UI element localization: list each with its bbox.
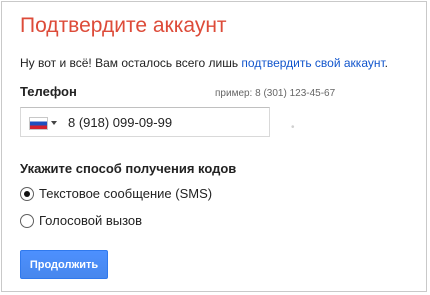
intro-end: . [384, 56, 388, 70]
page-title: Подтвердите аккаунт [20, 14, 227, 37]
phone-example: пример: 8 (301) 123-45-67 [215, 88, 336, 99]
voice-call-label[interactable]: Голосовой вызов [39, 213, 142, 228]
sms-radio[interactable] [20, 187, 34, 201]
phone-input[interactable]: 8 (918) 099-09-99 [20, 107, 270, 137]
phone-label: Телефон [20, 84, 77, 99]
intro-message: Ну вот и всё! Вам осталось всего лишь по… [20, 56, 388, 70]
phone-value[interactable]: 8 (918) 099-09-99 [68, 115, 172, 130]
intro-text: Ну вот и всё! Вам осталось всего лишь [20, 56, 242, 70]
verify-account-link[interactable]: подтвердить свой аккаунт [241, 56, 384, 70]
voice-call-radio[interactable] [20, 214, 34, 228]
decorative-mark: • [291, 122, 295, 133]
continue-button[interactable]: Продолжить [20, 250, 108, 279]
russia-flag-icon[interactable] [30, 118, 47, 129]
sms-label[interactable]: Текстовое сообщение (SMS) [39, 186, 212, 201]
verification-panel: Подтвердите аккаунт Ну вот и всё! Вам ос… [1, 1, 427, 292]
delivery-method-label: Укажите способ получения кодов [20, 161, 237, 176]
chevron-down-icon[interactable] [51, 121, 57, 125]
